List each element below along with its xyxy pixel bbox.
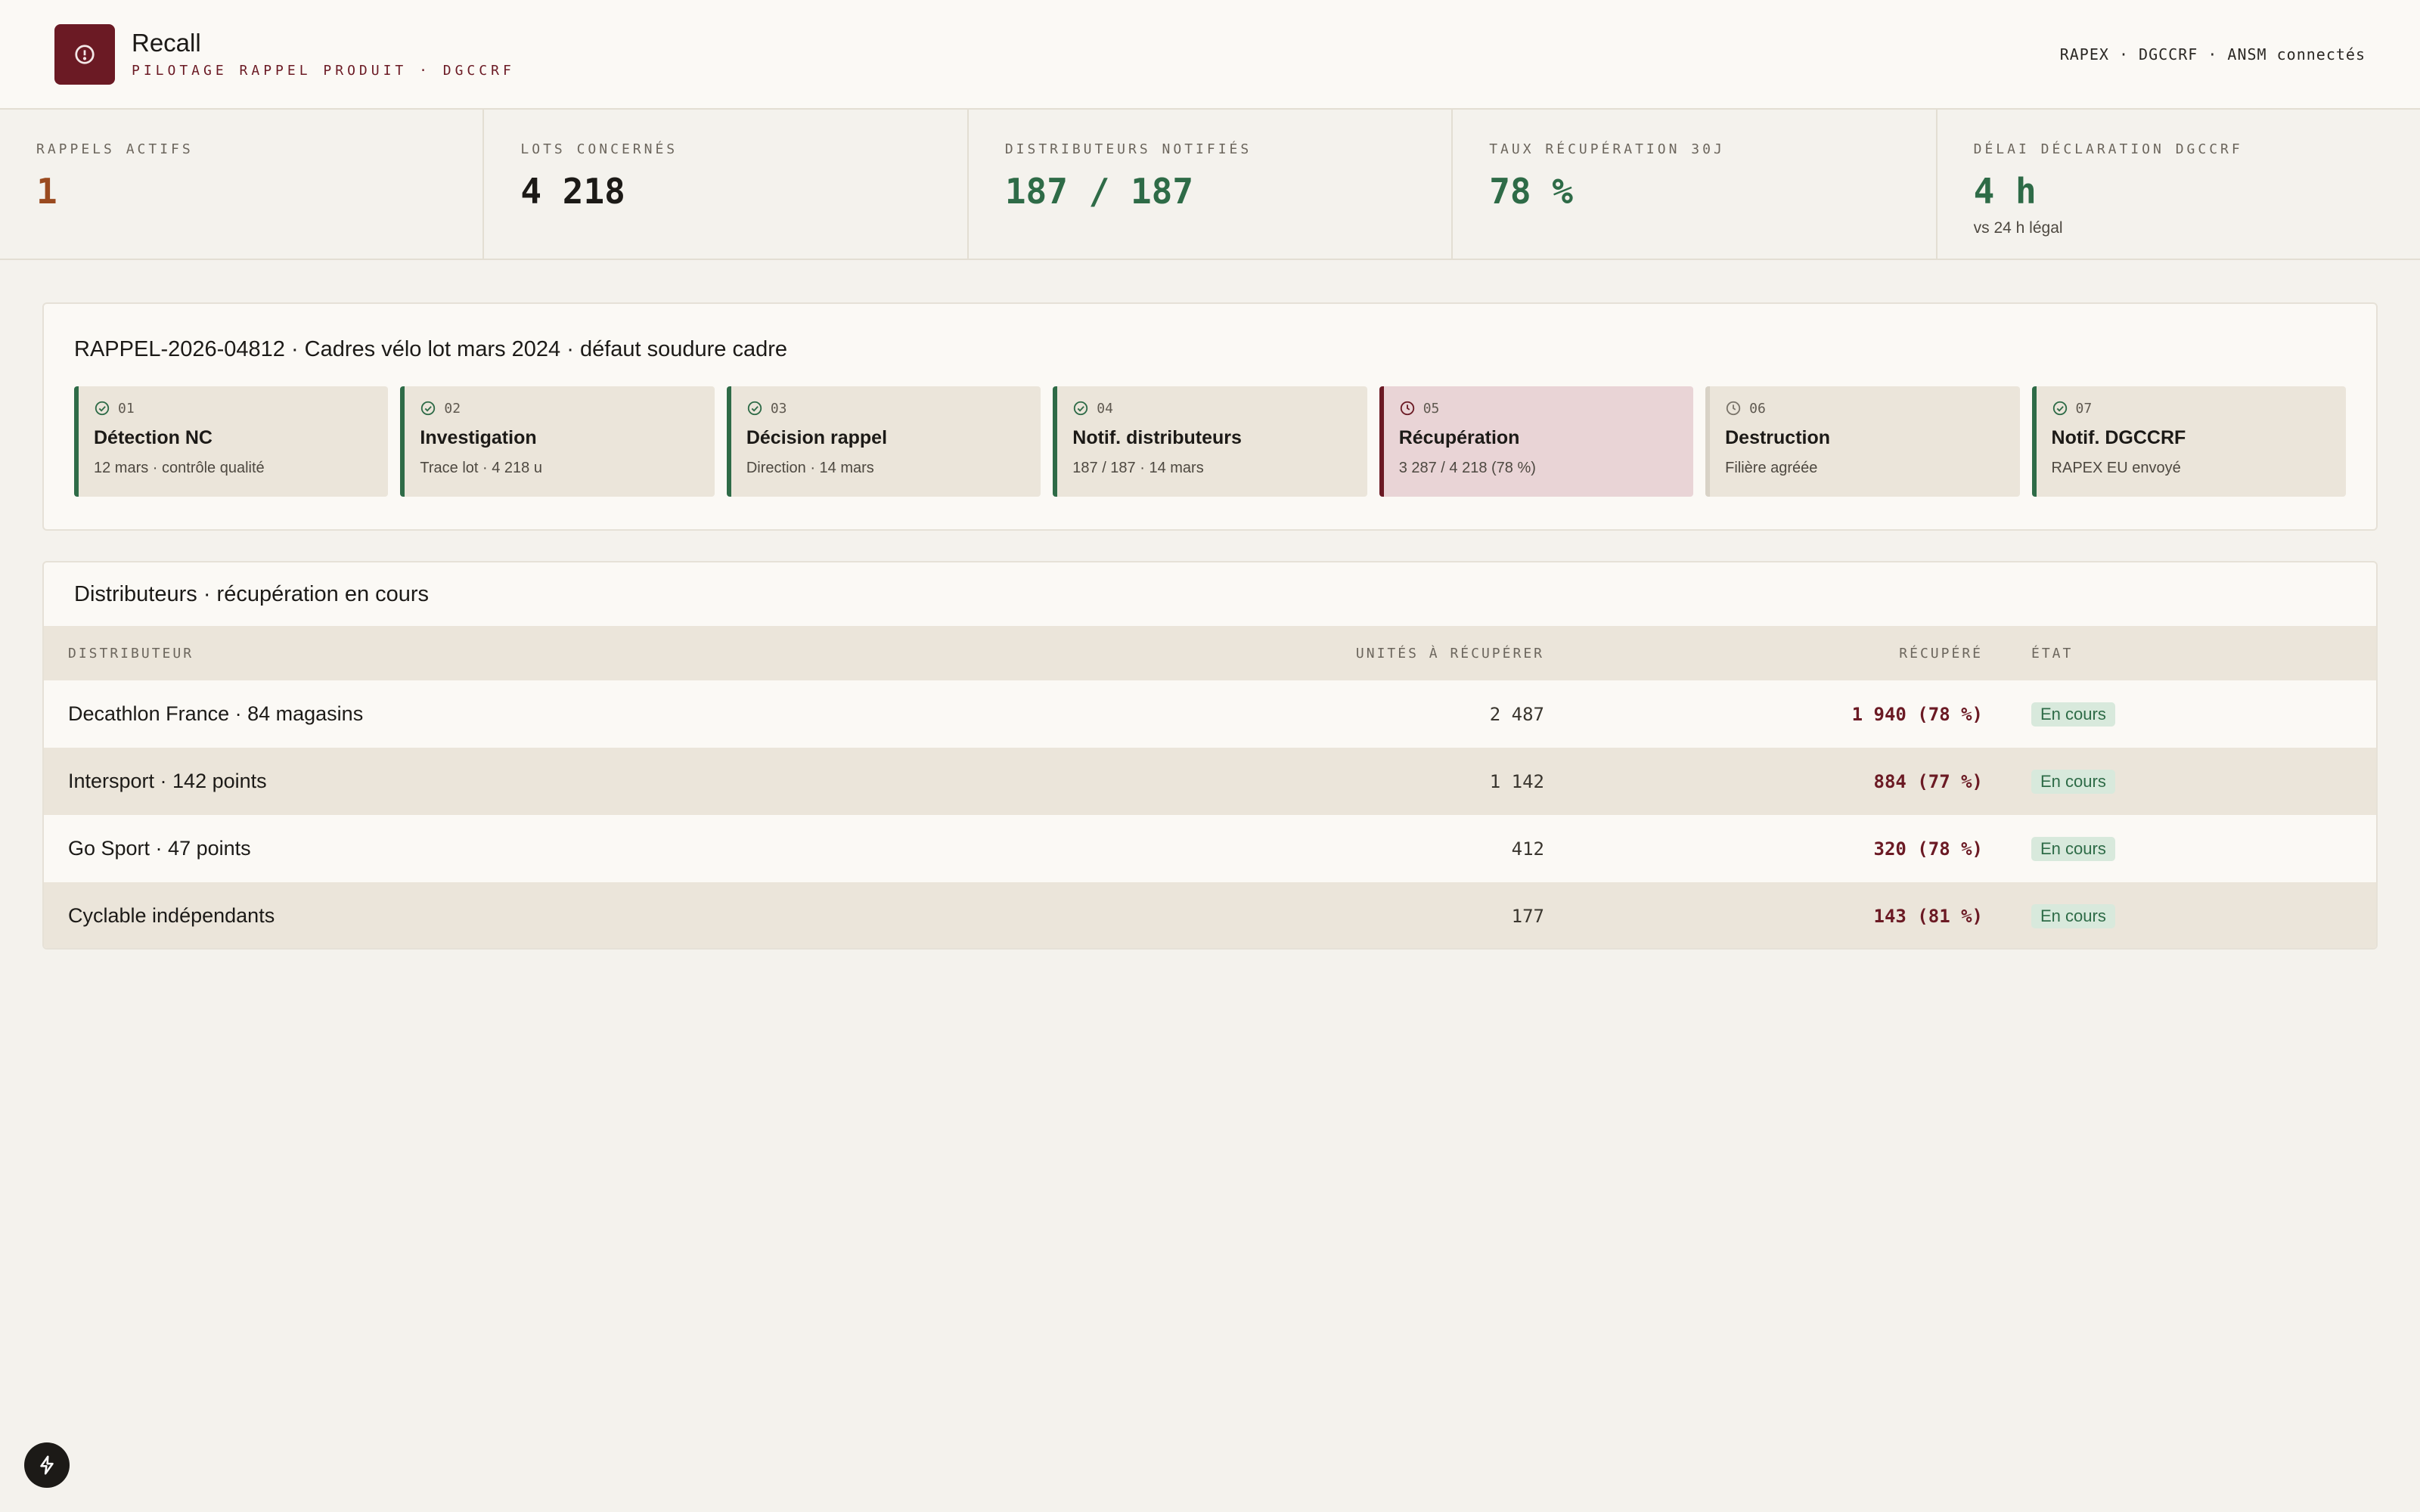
- step-number: 06: [1749, 400, 1766, 417]
- step-subtitle: 3 287 / 4 218 (78 %): [1398, 460, 1536, 476]
- distributors-title: Distributeurs · récupération en cours: [74, 582, 430, 606]
- kpi-declaration-delay: DÉLAI DÉCLARATION DGCCRF 4 h vs 24 h lég…: [1937, 110, 2420, 259]
- distributors-table: DISTRIBUTEUR UNITÉS À RÉCUPÉRER RÉCUPÉRÉ…: [44, 626, 2376, 948]
- step-notify-distributors[interactable]: 04 Notif. distributeurs 187 / 187 · 14 m…: [1053, 386, 1367, 497]
- step-subtitle: 12 mars · contrôle qualité: [94, 460, 265, 476]
- check-circle-icon: [420, 400, 436, 417]
- units-recovered: 320 (78 %): [1873, 838, 1984, 860]
- step-number: 02: [444, 400, 461, 417]
- step-detection[interactable]: 01 Détection NC 12 mars · contrôle quali…: [74, 386, 389, 497]
- kpi-lots: LOTS CONCERNÉS 4 218: [484, 110, 969, 259]
- step-subtitle: Filière agréée: [1725, 460, 1818, 476]
- table-row[interactable]: Cyclable indépendants 177 143 (81 %) En …: [44, 882, 2376, 948]
- distributor-name: Decathlon France · 84 magasins: [68, 702, 364, 725]
- column-header-units[interactable]: UNITÉS À RÉCUPÉRER: [800, 626, 1568, 680]
- distributors-card: Distributeurs · récupération en cours DI…: [42, 561, 2378, 950]
- kpi-label: DISTRIBUTEURS NOTIFIÉS: [1004, 141, 1252, 157]
- step-number: 05: [1423, 400, 1440, 417]
- distributor-name: Cyclable indépendants: [68, 904, 275, 927]
- units-to-recover: 2 487: [1489, 703, 1544, 725]
- step-recovery[interactable]: 05 Récupération 3 287 / 4 218 (78 %): [1379, 386, 1694, 497]
- clock-icon: [1725, 400, 1742, 417]
- column-header-state[interactable]: ÉTAT: [2031, 626, 2376, 680]
- status-badge: En cours: [2031, 837, 2115, 861]
- check-circle-icon: [94, 400, 110, 417]
- step-number: 01: [118, 400, 135, 417]
- table-row[interactable]: Go Sport · 47 points 412 320 (78 %) En c…: [44, 815, 2376, 882]
- kpi-value: 4 218: [520, 171, 625, 212]
- kpi-value: 4 h: [1973, 171, 2037, 212]
- distributor-name: Go Sport · 47 points: [68, 837, 251, 860]
- quick-action-button[interactable]: [24, 1442, 70, 1488]
- brand: Recall PILOTAGE RAPPEL PRODUIT · DGCCRF: [54, 23, 515, 85]
- recall-steps: 01 Détection NC 12 mars · contrôle quali…: [74, 386, 2346, 497]
- check-circle-icon: [1072, 400, 1089, 417]
- step-number: 03: [770, 400, 787, 417]
- step-title: Investigation: [420, 427, 537, 448]
- recall-title: RAPPEL-2026-04812 · Cadres vélo lot mars…: [74, 337, 788, 361]
- units-to-recover: 1 142: [1489, 770, 1544, 792]
- step-title: Destruction: [1725, 427, 1831, 448]
- step-investigation[interactable]: 02 Investigation Trace lot · 4 218 u: [400, 386, 715, 497]
- kpi-recovery-rate: TAUX RÉCUPÉRATION 30J 78 %: [1453, 110, 1938, 259]
- clock-icon: [1399, 400, 1416, 417]
- table-row[interactable]: Intersport · 142 points 1 142 884 (77 %)…: [44, 748, 2376, 815]
- step-destruction[interactable]: 06 Destruction Filière agréée: [1705, 386, 2020, 497]
- recall-timeline-card: RAPPEL-2026-04812 · Cadres vélo lot mars…: [42, 302, 2378, 531]
- kpi-note: vs 24 h légal: [1973, 219, 2063, 237]
- app-title: Recall: [132, 28, 201, 57]
- app-logo[interactable]: [54, 23, 115, 85]
- connection-status: RAPEX · DGCCRF · ANSM connectés: [2059, 45, 2366, 64]
- kpi-label: RAPPELS ACTIFS: [36, 141, 194, 157]
- kpi-label: TAUX RÉCUPÉRATION 30J: [1489, 141, 1725, 157]
- kpi-active-recalls: RAPPELS ACTIFS 1: [0, 110, 485, 259]
- alert-circle-icon: [75, 44, 95, 64]
- table-header-row: DISTRIBUTEUR UNITÉS À RÉCUPÉRER RÉCUPÉRÉ…: [44, 626, 2376, 680]
- kpi-value: 78 %: [1489, 171, 1573, 212]
- status-badge: En cours: [2031, 702, 2115, 727]
- step-title: Récupération: [1398, 427, 1520, 448]
- step-subtitle: RAPEX EU envoyé: [2051, 460, 2181, 476]
- units-recovered: 1 940 (78 %): [1851, 703, 1983, 725]
- step-number: 04: [1097, 400, 1113, 417]
- check-circle-icon: [2052, 400, 2068, 417]
- table-row[interactable]: Decathlon France · 84 magasins 2 487 1 9…: [44, 680, 2376, 748]
- distributor-name: Intersport · 142 points: [68, 770, 267, 792]
- step-notify-dgccrf[interactable]: 07 Notif. DGCCRF RAPEX EU envoyé: [2031, 386, 2346, 497]
- column-header-distributor[interactable]: DISTRIBUTEUR: [44, 626, 800, 680]
- kpi-label: LOTS CONCERNÉS: [520, 141, 678, 157]
- kpi-distributors-notified: DISTRIBUTEURS NOTIFIÉS 187 / 187: [968, 110, 1454, 259]
- step-title: Notif. DGCCRF: [2051, 427, 2186, 448]
- step-number: 07: [2075, 400, 2093, 417]
- step-title: Notif. distributeurs: [1072, 427, 1242, 448]
- units-to-recover: 412: [1511, 838, 1544, 860]
- app-header: Recall PILOTAGE RAPPEL PRODUIT · DGCCRF …: [0, 0, 2420, 110]
- step-title: Décision rappel: [746, 427, 888, 448]
- step-title: Détection NC: [94, 427, 213, 448]
- app-subtitle: PILOTAGE RAPPEL PRODUIT · DGCCRF: [132, 63, 515, 79]
- step-subtitle: 187 / 187 · 14 mars: [1072, 460, 1204, 476]
- kpi-strip: RAPPELS ACTIFS 1 LOTS CONCERNÉS 4 218 DI…: [0, 110, 2420, 260]
- step-subtitle: Direction · 14 mars: [746, 460, 874, 476]
- units-recovered: 884 (77 %): [1873, 770, 1984, 792]
- check-circle-icon: [746, 400, 763, 417]
- bolt-icon: [40, 1455, 54, 1475]
- kpi-value: 187 / 187: [1004, 171, 1194, 212]
- kpi-label: DÉLAI DÉCLARATION DGCCRF: [1973, 141, 2243, 157]
- units-recovered: 143 (81 %): [1873, 905, 1984, 927]
- step-subtitle: Trace lot · 4 218 u: [420, 460, 542, 476]
- kpi-value: 1: [36, 171, 57, 212]
- step-decision[interactable]: 03 Décision rappel Direction · 14 mars: [726, 386, 1041, 497]
- units-to-recover: 177: [1511, 905, 1544, 927]
- status-badge: En cours: [2031, 770, 2115, 794]
- status-badge: En cours: [2031, 904, 2115, 928]
- column-header-recovered[interactable]: RÉCUPÉRÉ: [1568, 626, 2031, 680]
